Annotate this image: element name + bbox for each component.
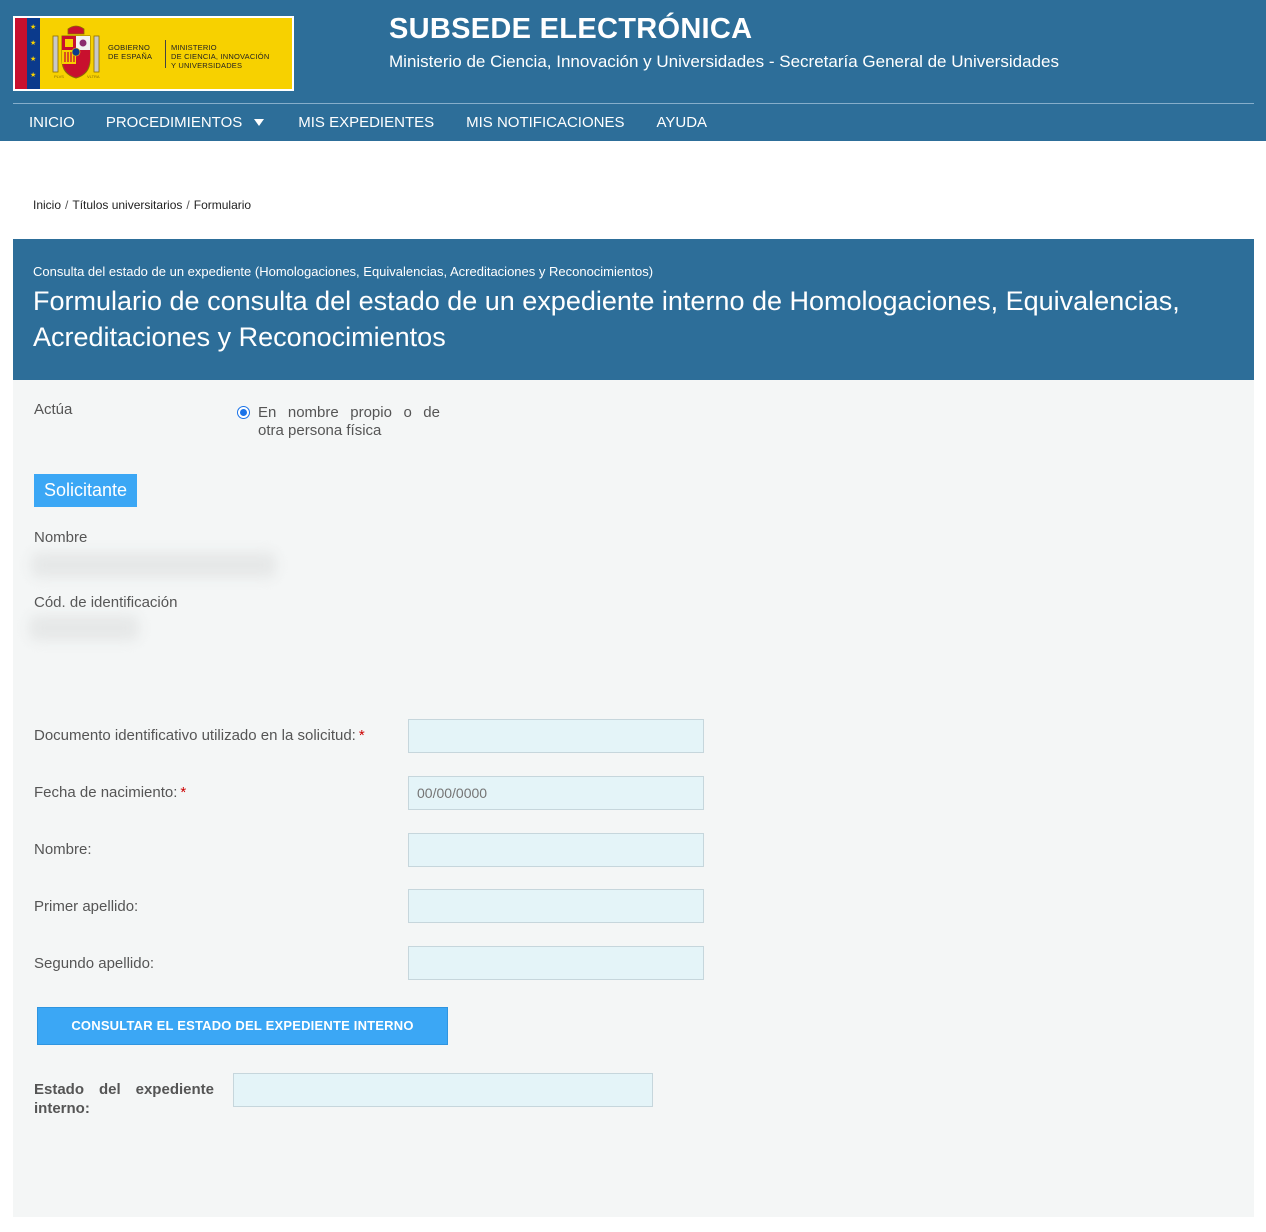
logo-ministerio-text: MINISTERIO DE CIENCIA, INNOVACIÓN Y UNIV… [171,43,270,70]
nav-item-ayuda[interactable]: AYUDA [640,104,723,141]
nav-item-label: AYUDA [656,114,708,131]
procedure-name: Consulta del estado de un expediente (Ho… [33,264,654,279]
site-title: SUBSEDE ELECTRÓNICA [389,13,753,45]
nav-item-mis-notificaciones[interactable]: MIS NOTIFICACIONES [450,104,640,141]
required-mark: * [180,784,187,801]
star-icon: ★ [30,72,37,79]
star-icon: ★ [30,40,37,47]
documento-input[interactable] [408,719,704,753]
solicitante-section-label: Solicitante [34,474,138,507]
breadcrumb-separator: / [65,198,69,212]
star-icon: ★ [30,56,37,63]
primer-apellido-label: Primer apellido: [34,898,139,915]
coat-of-arms-icon: PLVS VLTRA [52,25,100,79]
actua-radio-button[interactable] [237,406,250,419]
form-panel: Actúa En nombre propio o de otra persona… [13,380,1254,1217]
nav-item-label: INICIO [29,114,75,131]
nombre-label: Nombre: [34,841,92,858]
required-mark: * [358,727,365,744]
fecha-nacimiento-label: Fecha de nacimiento: * [34,784,186,801]
page-title: Formulario de consulta del estado de un … [33,286,1180,352]
nav-item-inicio[interactable]: INICIO [13,104,91,141]
star-icon: ★ [30,24,37,31]
redacted-nombre-value [31,552,276,578]
segundo-apellido-input[interactable] [408,946,704,980]
svg-text:VLTRA: VLTRA [87,74,100,79]
documento-label: Documento identificativo utilizado en la… [34,727,365,744]
main-nav: INICIO PROCEDIMIENTOS MIS EXPEDIENTES MI… [13,104,723,141]
caret-down-icon [254,119,265,126]
eu-flag-stripe: ★ ★ ★ ★ [27,18,40,89]
nav-item-label: MIS EXPEDIENTES [298,114,435,131]
breadcrumb-titulos[interactable]: Títulos universitarios [72,198,182,212]
nav-item-label: PROCEDIMIENTOS [105,114,243,131]
breadcrumb: Inicio / Títulos universitarios / Formulario [33,198,251,212]
breadcrumb-inicio[interactable]: Inicio [33,198,61,212]
redacted-cod-value [29,615,139,641]
nombre-static-label: Nombre [34,529,88,546]
government-logo[interactable]: ★ ★ ★ ★ PLVS VLTRA GOBIERNO DE ESPAÑA MI… [13,16,294,91]
breadcrumb-current: Formulario [193,198,252,212]
nav-item-mis-expedientes[interactable]: MIS EXPEDIENTES [280,104,450,141]
estado-expediente-field [233,1073,653,1107]
logo-gobierno-text: GOBIERNO DE ESPAÑA [108,43,153,61]
site-header: ★ ★ ★ ★ PLVS VLTRA GOBIERNO DE ESPAÑA MI… [0,0,1266,141]
actua-radio-label[interactable]: En nombre propio o de otra persona físic… [258,404,440,440]
nav-item-procedimientos[interactable]: PROCEDIMIENTOS [91,104,280,141]
primer-apellido-input[interactable] [408,889,704,923]
segundo-apellido-label: Segundo apellido: [34,955,155,972]
fecha-label-text: Fecha de nacimiento: [34,784,178,801]
consultar-estado-button[interactable]: CONSULTAR EL ESTADO DEL EXPEDIENTE INTER… [37,1007,448,1045]
cod-identificacion-label: Cód. de identificación [34,594,178,611]
flag-red-stripe [15,18,27,89]
page-banner: Consulta del estado de un expediente (Ho… [13,239,1254,380]
nav-item-label: MIS NOTIFICACIONES [466,114,625,131]
site-subtitle: Ministerio de Ciencia, Innovación y Univ… [389,52,1059,71]
estado-expediente-label: Estado del expediente interno: [34,1081,214,1117]
logo-divider [165,40,166,68]
fecha-nacimiento-input[interactable] [408,776,704,810]
documento-label-text: Documento identificativo utilizado en la… [34,727,356,744]
breadcrumb-separator: / [186,198,190,212]
svg-text:PLVS: PLVS [54,74,64,79]
nombre-input[interactable] [408,833,704,867]
actua-label: Actúa [34,401,73,418]
